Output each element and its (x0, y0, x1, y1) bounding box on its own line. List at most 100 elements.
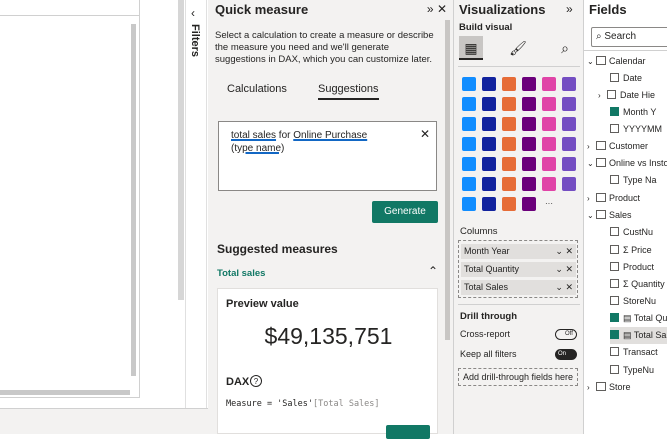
100-bar-icon[interactable] (542, 77, 556, 91)
columns-well[interactable]: Month Year ⌄ ✕ Total Quantity ⌄ ✕ Total Sa… (458, 240, 578, 298)
stacked-column-icon[interactable] (482, 77, 496, 91)
keep-filters-label: Keep all filters (460, 349, 517, 359)
column-field-total-quantity[interactable]: Total Quantity ⌄ ✕ (461, 262, 576, 277)
analytics-icon[interactable]: ⌕ (553, 36, 577, 60)
matrix-icon[interactable] (542, 157, 556, 171)
measure-total-sales[interactable]: ▤ Total Sa (610, 327, 667, 344)
measure-total-quantity[interactable]: ▤ Total Qu (610, 310, 667, 327)
clustered-column-icon[interactable] (522, 77, 536, 91)
field-item-label: Date (623, 73, 643, 83)
info-icon[interactable]: ? (250, 375, 262, 387)
waterfall-icon[interactable] (462, 117, 476, 131)
100-column-icon[interactable] (562, 77, 576, 91)
decomposition-tree-icon[interactable] (502, 177, 516, 191)
filters-pane[interactable]: ‹ Filters (185, 0, 207, 408)
sigma-icon: Σ (623, 279, 632, 289)
r-visual-icon[interactable] (562, 157, 576, 171)
chevron-down-icon[interactable]: ⌄ ✕ (555, 262, 573, 277)
cross-report-toggle[interactable]: Off (555, 329, 577, 340)
clustered-bar-icon[interactable] (502, 77, 516, 91)
side-scrollbar[interactable] (178, 0, 184, 300)
generate-button[interactable]: Generate (372, 201, 438, 223)
field-quantity[interactable]: Σ Quantity (610, 276, 665, 293)
field-typenum[interactable]: TypeNu (610, 362, 654, 379)
map-icon[interactable] (462, 137, 476, 151)
suggestion-name[interactable]: Total sales (217, 268, 265, 279)
table-customer[interactable]: › Customer (587, 138, 648, 155)
chevron-down-icon[interactable]: ⌄ ✕ (555, 280, 573, 295)
chevron-up-icon[interactable]: ⌃ (428, 264, 438, 278)
power-automate-icon[interactable] (502, 197, 516, 211)
table-sales[interactable]: ⌄ Sales (587, 207, 632, 224)
stacked-area-icon[interactable] (502, 97, 516, 111)
column-field-total-sales[interactable]: Total Sales ⌄ ✕ (461, 280, 576, 295)
field-date[interactable]: Date (610, 70, 642, 87)
python-visual-icon[interactable] (462, 177, 476, 191)
qa-icon[interactable] (522, 177, 536, 191)
funnel-icon[interactable] (482, 117, 496, 131)
filled-map-icon[interactable] (482, 137, 496, 151)
tab-calculations[interactable]: Calculations (227, 83, 287, 95)
diamond-icon[interactable] (522, 197, 536, 211)
field-product[interactable]: Product (610, 259, 654, 276)
format-brush-icon[interactable]: 🖌 (506, 36, 530, 60)
ribbon-chart-icon[interactable] (562, 97, 576, 111)
table-icon[interactable] (522, 157, 536, 171)
donut-icon[interactable] (542, 117, 556, 131)
key-influencers-icon[interactable] (482, 177, 496, 191)
gauge-icon[interactable] (542, 137, 556, 151)
field-type-name[interactable]: Type Na (610, 172, 657, 189)
tab-suggestions[interactable]: Suggestions (317, 83, 379, 100)
shape-map-icon[interactable] (502, 137, 516, 151)
field-yyyymm[interactable]: YYYYMM (610, 121, 662, 138)
more-icon[interactable]: ··· (542, 197, 556, 211)
azure-map-icon[interactable] (522, 137, 536, 151)
table-build-icon[interactable]: ▦ (459, 36, 483, 60)
field-date-hierarchy[interactable]: › Date Hie (598, 87, 655, 104)
fields-search-input[interactable]: ⌕ Search (591, 27, 667, 47)
field-custnum[interactable]: CustNu (610, 224, 653, 241)
report-canvas[interactable] (0, 0, 140, 398)
double-chevron-right-icon[interactable]: » (427, 2, 434, 16)
double-chevron-right-icon[interactable]: » (566, 2, 573, 16)
filters-label[interactable]: Filters (189, 24, 201, 57)
table-online-vs-instore[interactable]: ⌄ Online vs Insto (587, 155, 667, 172)
drill-through-drop-zone[interactable]: Add drill-through fields here (458, 368, 578, 386)
card-icon[interactable] (562, 137, 576, 151)
field-month-year[interactable]: Month Y (610, 104, 656, 121)
line-chart-icon[interactable] (462, 97, 476, 111)
add-button[interactable] (386, 425, 430, 439)
kpi-icon[interactable] (482, 157, 496, 171)
scatter-icon[interactable] (502, 117, 516, 131)
treemap-icon[interactable] (562, 117, 576, 131)
table-store[interactable]: › Store (587, 379, 631, 396)
field-transaction[interactable]: Transact (610, 344, 658, 361)
smart-narrative-icon[interactable] (542, 177, 556, 191)
quick-measure-scrollbar[interactable] (445, 20, 450, 340)
multirow-card-icon[interactable] (462, 157, 476, 171)
column-field-month-year[interactable]: Month Year ⌄ ✕ (461, 244, 576, 259)
table-product[interactable]: › Product (587, 190, 640, 207)
goals-icon[interactable] (562, 177, 576, 191)
paginated-report-icon[interactable] (462, 197, 476, 211)
line-clustered-icon[interactable] (542, 97, 556, 111)
line-column-icon[interactable] (522, 97, 536, 111)
close-icon[interactable]: ✕ (437, 2, 447, 16)
stacked-bar-icon[interactable] (462, 77, 476, 91)
keep-filters-toggle[interactable]: On (555, 349, 577, 360)
power-apps-icon[interactable] (482, 197, 496, 211)
suggestion-input[interactable]: total sales for Online Purchase (type na… (218, 121, 437, 191)
slicer-icon[interactable] (502, 157, 516, 171)
pie-icon[interactable] (522, 117, 536, 131)
table-calendar[interactable]: ⌄ Calendar (587, 53, 646, 70)
dax-expression-column: [Total Sales] (313, 399, 380, 409)
field-item-label: Store (609, 382, 631, 392)
field-price[interactable]: Σ Price (610, 242, 652, 259)
canvas-vertical-scrollbar[interactable] (131, 24, 136, 376)
clear-input-icon[interactable]: ✕ (420, 127, 430, 141)
canvas-horizontal-scrollbar[interactable] (0, 390, 130, 395)
chevron-left-icon[interactable]: ‹ (191, 6, 195, 20)
field-storenum[interactable]: StoreNu (610, 293, 656, 310)
chevron-down-icon[interactable]: ⌄ ✕ (555, 244, 573, 259)
area-chart-icon[interactable] (482, 97, 496, 111)
